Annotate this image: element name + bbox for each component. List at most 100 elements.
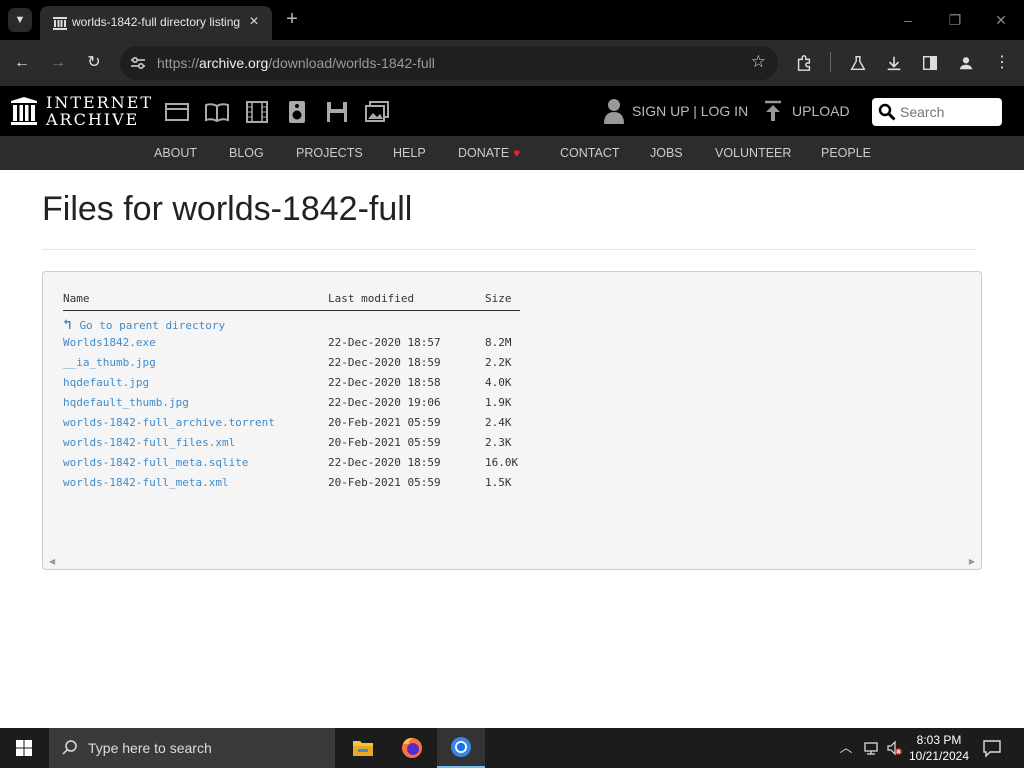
show-hidden-icons-chevron-icon[interactable]: ︿ — [838, 740, 854, 756]
file-explorer-icon[interactable] — [339, 728, 387, 768]
browser-tab-active[interactable]: worlds-1842-full directory listing × — [40, 6, 272, 40]
window-minimize-button[interactable]: – — [894, 8, 922, 32]
taskbar-clock[interactable]: 8:03 PM 10/21/2024 — [904, 732, 974, 764]
nav-people[interactable]: PEOPLE — [821, 146, 871, 160]
file-link[interactable]: Worlds1842.exe — [63, 336, 156, 349]
reload-icon[interactable]: ↻ — [81, 50, 107, 76]
signup-login-link[interactable]: SIGN UP | LOG IN — [632, 103, 748, 119]
site-info-icon[interactable] — [128, 53, 148, 73]
scroll-right-arrow-icon[interactable]: ▶ — [969, 557, 975, 566]
file-modified: 22-Dec-2020 19:06 — [328, 396, 441, 409]
search-icon[interactable] — [878, 103, 896, 121]
user-account-icon[interactable] — [603, 98, 625, 124]
archive-favicon-icon — [53, 17, 67, 30]
file-size: 1.9K — [485, 396, 512, 409]
table-row: __ia_thumb.jpg 22-Dec-2020 18:59 2.2K — [63, 353, 520, 373]
taskbar-search-placeholder: Type here to search — [88, 740, 212, 756]
nav-about[interactable]: ABOUT — [154, 146, 197, 160]
file-link[interactable]: hqdefault_thumb.jpg — [63, 396, 189, 409]
tab-search-button[interactable]: ▼ — [8, 8, 32, 32]
taskbar-search-box[interactable]: Type here to search — [49, 728, 335, 768]
nav-help[interactable]: HELP — [393, 146, 426, 160]
parent-directory-link[interactable]: ↰ Go to parent directory — [63, 316, 225, 333]
donate-heart-icon: ♥ — [513, 146, 521, 160]
tab-close-icon[interactable]: × — [244, 12, 264, 32]
tab-title: worlds-1842-full directory listing — [72, 15, 241, 29]
file-link[interactable]: worlds-1842-full_meta.sqlite — [63, 456, 248, 469]
column-header-name: Name — [63, 292, 328, 311]
notification-center-icon[interactable] — [982, 738, 1002, 758]
ia-top-nav: INTERNET ARCHIVE SIGN UP | LOG IN UPLOAD… — [0, 86, 1024, 136]
window-restore-button[interactable]: ❐ — [941, 8, 969, 32]
volume-muted-icon[interactable] — [886, 740, 902, 756]
windows-start-icon[interactable] — [0, 728, 48, 768]
table-row: Worlds1842.exe 22-Dec-2020 18:57 8.2M — [63, 333, 520, 353]
window-close-button[interactable]: ✕ — [987, 8, 1015, 32]
file-modified: 22-Dec-2020 18:57 — [328, 336, 441, 349]
column-header-size: Size — [485, 292, 520, 311]
new-tab-button[interactable]: + — [280, 8, 304, 32]
file-size: 4.0K — [485, 376, 512, 389]
column-header-modified: Last modified — [328, 292, 485, 311]
table-row: worlds-1842-full_files.xml 20-Feb-2021 0… — [63, 433, 520, 453]
nav-contact[interactable]: CONTACT — [560, 146, 620, 160]
extensions-icon[interactable] — [791, 50, 817, 76]
nav-donate[interactable]: DONATE ♥ — [458, 146, 520, 160]
texts-icon[interactable] — [204, 100, 230, 124]
back-arrow-icon[interactable]: ← — [9, 50, 35, 76]
file-modified: 22-Dec-2020 18:58 — [328, 376, 441, 389]
nav-volunteer[interactable]: VOLUNTEER — [715, 146, 791, 160]
table-row: hqdefault.jpg 22-Dec-2020 18:58 4.0K — [63, 373, 520, 393]
nav-projects[interactable]: PROJECTS — [296, 146, 363, 160]
file-size: 2.2K — [485, 356, 512, 369]
chrome-menu-icon[interactable]: ⋮ — [989, 50, 1015, 76]
toolbar-divider — [830, 52, 831, 72]
file-link[interactable]: worlds-1842-full_meta.xml — [63, 476, 229, 489]
web-icon[interactable] — [164, 100, 190, 124]
chrome-icon — [451, 737, 471, 757]
clock-date: 10/21/2024 — [908, 749, 970, 763]
browser-tab-strip: ▼ worlds-1842-full directory listing × +… — [0, 0, 1024, 40]
url-text: https://archive.org/download/worlds-1842… — [157, 55, 435, 71]
labs-flask-icon[interactable] — [845, 50, 871, 76]
ia-search-input[interactable] — [900, 104, 996, 120]
audio-icon[interactable] — [284, 100, 310, 124]
ia-search-box[interactable] — [872, 98, 1002, 126]
file-modified: 20-Feb-2021 05:59 — [328, 416, 441, 429]
windows-taskbar: Type here to search ︿ 8:03 PM 10/21/2024 — [0, 728, 1024, 768]
firefox-icon[interactable] — [388, 728, 436, 768]
file-link[interactable]: hqdefault.jpg — [63, 376, 149, 389]
table-row: worlds-1842-full_meta.xml 20-Feb-2021 05… — [63, 473, 520, 493]
internet-archive-wordmark[interactable]: INTERNET ARCHIVE — [46, 94, 153, 128]
file-link[interactable]: __ia_thumb.jpg — [63, 356, 156, 369]
file-modified: 22-Dec-2020 18:59 — [328, 356, 441, 369]
nav-blog[interactable]: BLOG — [229, 146, 264, 160]
directory-listing-panel: Name Last modified Size ↰ Go to parent di… — [42, 271, 982, 570]
parent-directory-row: ↰ Go to parent directory — [63, 310, 520, 333]
file-link[interactable]: worlds-1842-full_files.xml — [63, 436, 235, 449]
search-icon — [62, 740, 77, 755]
nav-jobs[interactable]: JOBS — [650, 146, 683, 160]
side-panel-icon[interactable] — [917, 50, 943, 76]
clock-time: 8:03 PM — [916, 733, 962, 747]
scroll-left-arrow-icon[interactable]: ◀ — [49, 557, 55, 566]
network-icon[interactable] — [863, 740, 879, 756]
downloads-icon[interactable] — [881, 50, 907, 76]
table-row: worlds-1842-full_meta.sqlite 22-Dec-2020… — [63, 453, 520, 473]
chrome-taskbar-button[interactable] — [437, 728, 485, 768]
internet-archive-logo-icon[interactable] — [10, 96, 38, 126]
upload-link[interactable]: UPLOAD — [792, 103, 850, 119]
video-icon[interactable] — [244, 100, 270, 124]
file-modified: 22-Dec-2020 18:59 — [328, 456, 441, 469]
profile-icon[interactable] — [953, 50, 979, 76]
address-bar[interactable]: https://archive.org/download/worlds-1842… — [120, 46, 778, 80]
up-arrow-icon: ↰ — [63, 316, 72, 333]
images-icon[interactable] — [364, 100, 390, 124]
file-link[interactable]: worlds-1842-full_archive.torrent — [63, 416, 275, 429]
bookmark-star-icon[interactable]: ☆ — [751, 52, 766, 72]
browser-toolbar: ← → ↻ https://archive.org/download/world… — [0, 40, 1024, 86]
forward-arrow-icon[interactable]: → — [45, 50, 71, 76]
page-title: Files for worlds-1842-full — [42, 190, 413, 228]
upload-icon[interactable] — [764, 100, 782, 122]
software-icon[interactable] — [324, 100, 350, 124]
